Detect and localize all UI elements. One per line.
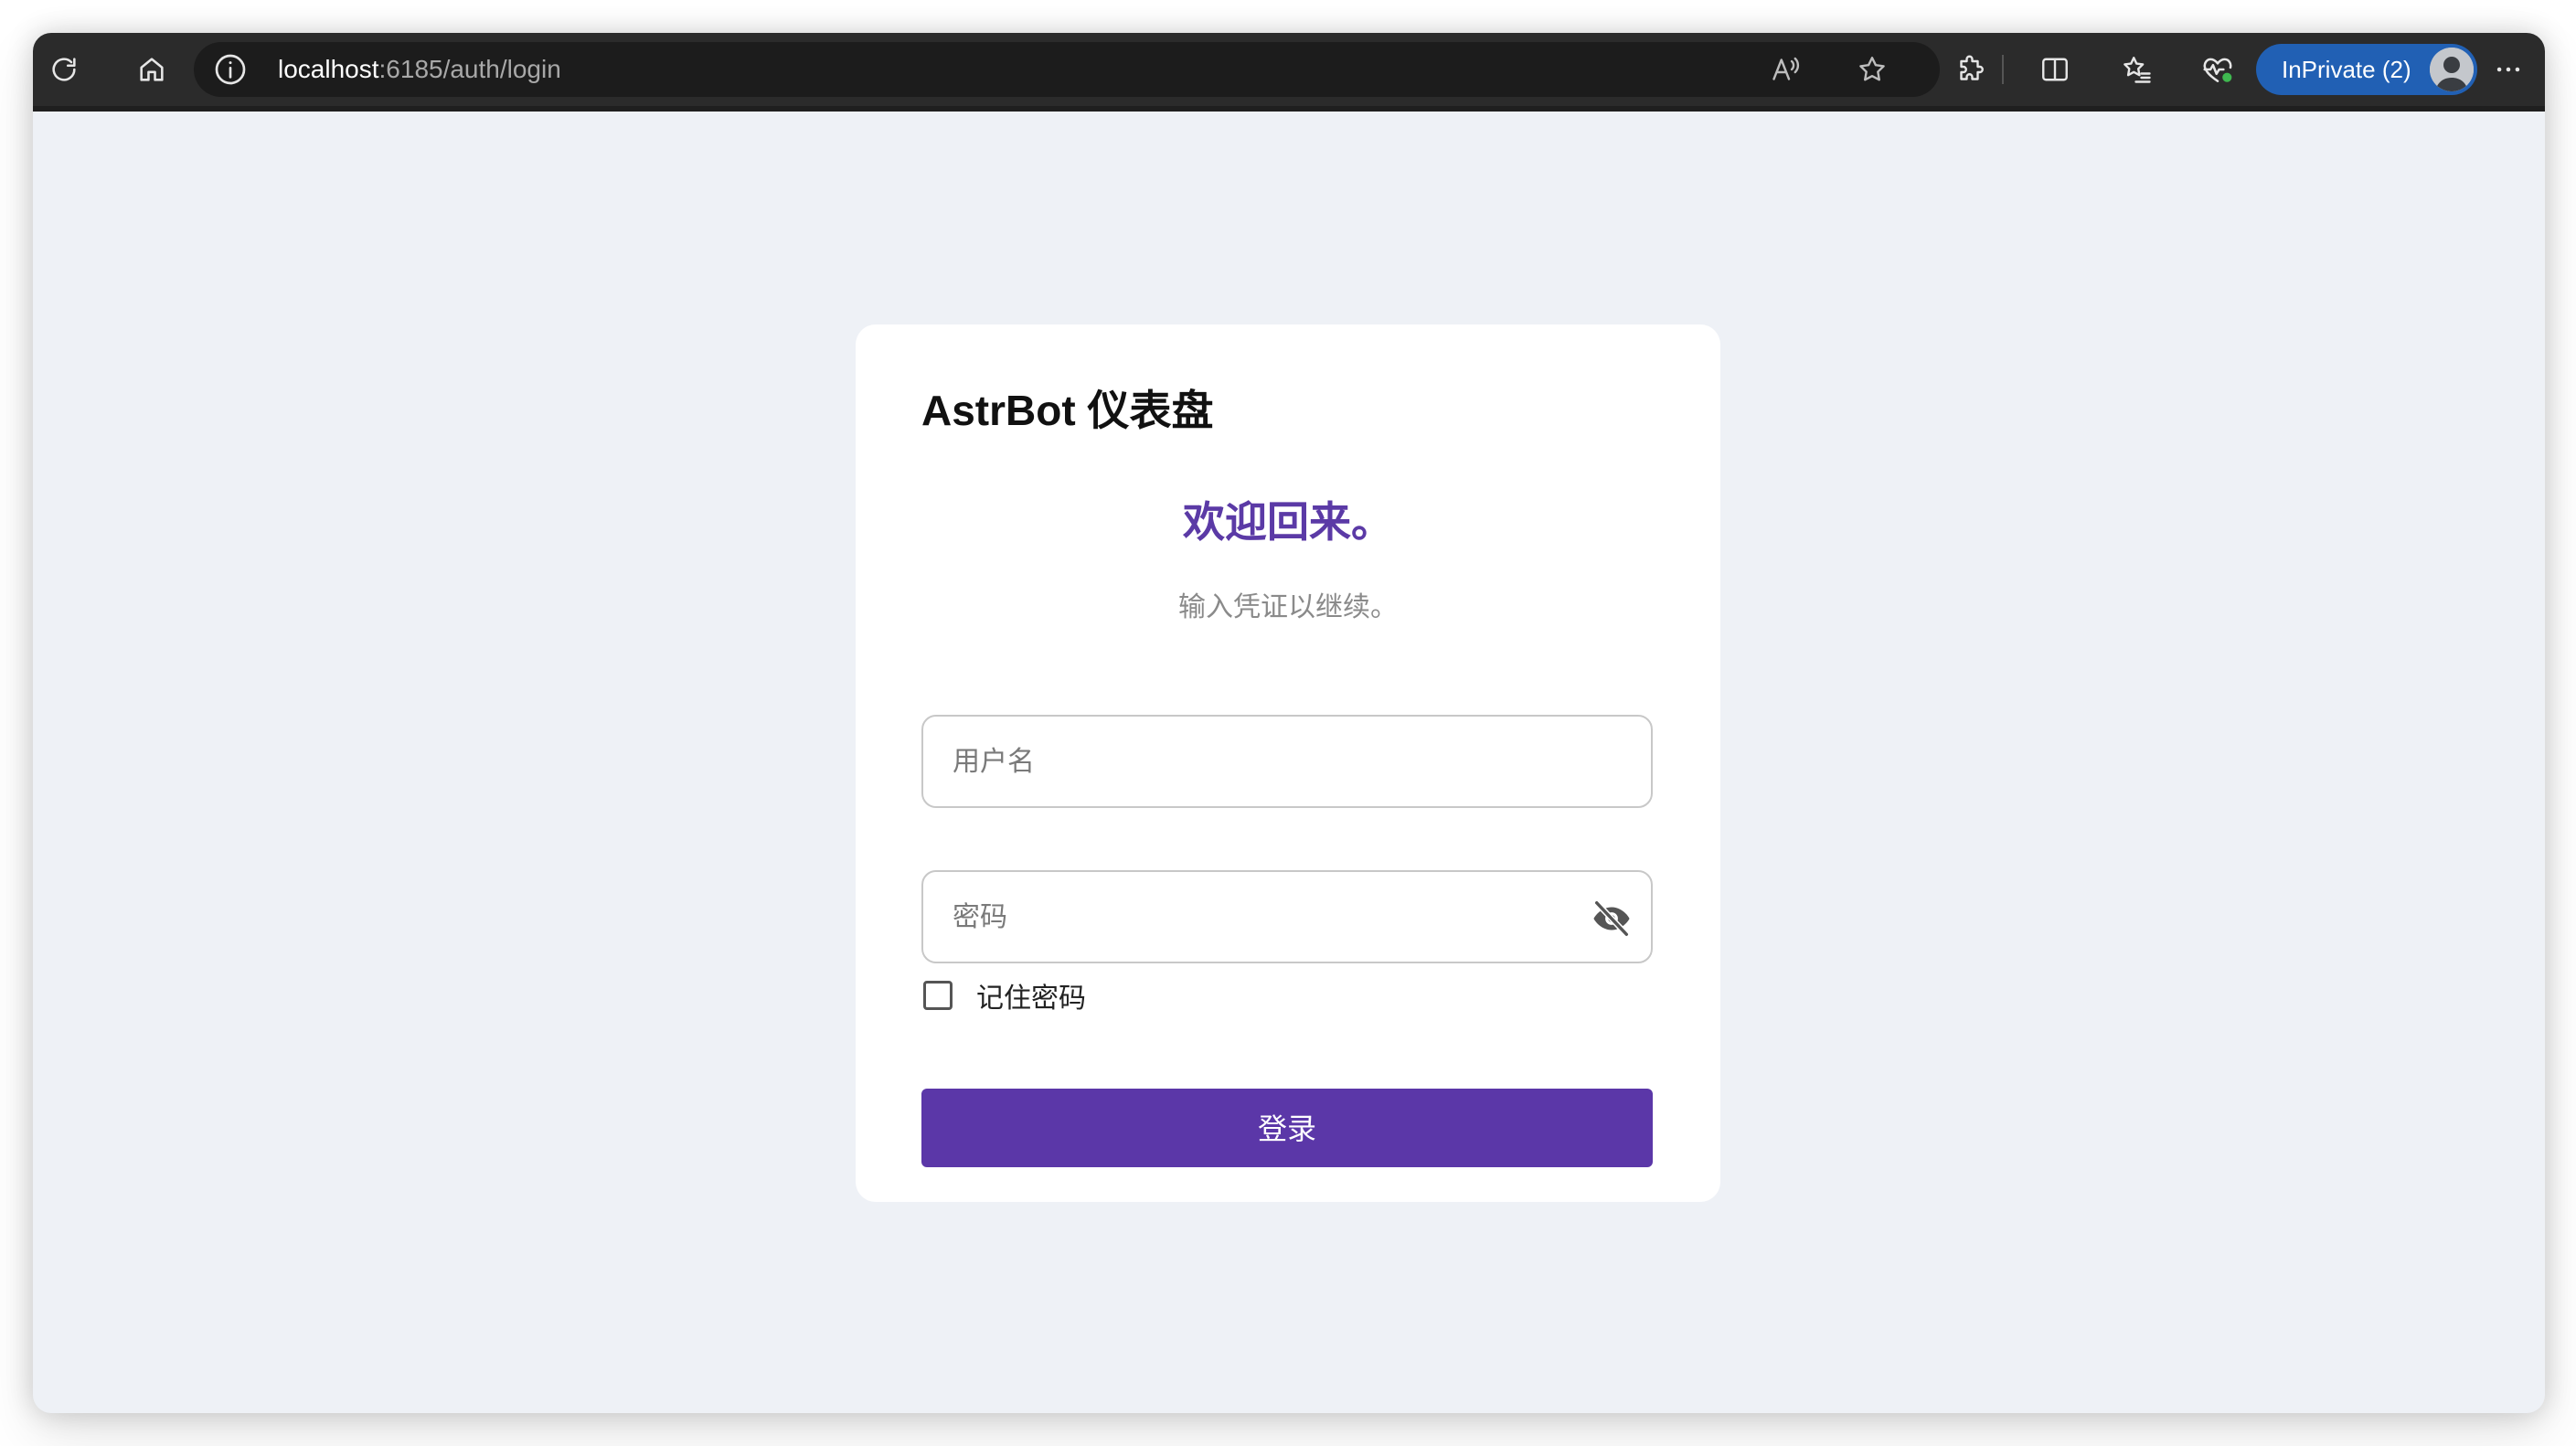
address-bar[interactable]: localhost:6185/auth/login	[194, 42, 1940, 97]
home-button[interactable]	[128, 46, 176, 93]
username-field[interactable]	[921, 715, 1653, 808]
add-favorite-button[interactable]	[1852, 49, 1892, 90]
split-screen-icon	[2042, 58, 2068, 81]
login-button[interactable]: 登录	[921, 1089, 1653, 1167]
browser-window: localhost:6185/auth/login InPrivate (2) …	[33, 33, 2545, 1413]
info-icon	[215, 54, 246, 85]
read-aloud-icon	[1772, 57, 1800, 80]
home-icon	[140, 58, 164, 81]
more-icon	[2496, 67, 2520, 72]
extensions-button[interactable]	[1947, 46, 1995, 93]
remember-password-checkbox[interactable]	[923, 981, 953, 1010]
site-info-button[interactable]	[212, 51, 249, 88]
puzzle-icon	[1960, 55, 1984, 80]
toolbar-separator	[2002, 55, 2004, 84]
star-icon	[1859, 57, 1885, 81]
eye-off-icon	[1593, 899, 1630, 938]
browser-toolbar: localhost:6185/auth/login InPrivate (2)	[33, 33, 2545, 112]
reload-icon	[52, 58, 76, 81]
remember-password[interactable]: 记住密码	[923, 975, 1086, 1015]
login-card: AstrBot 仪表盘 欢迎回来。 输入凭证以继续。 记住密码 登录	[856, 324, 1720, 1202]
browser-essentials-button[interactable]	[2194, 46, 2241, 93]
password-input[interactable]	[951, 872, 1594, 963]
more-button[interactable]	[2485, 46, 2532, 93]
welcome-heading: 欢迎回来。	[1183, 498, 1393, 546]
split-screen-button[interactable]	[2031, 46, 2079, 93]
url-host: localhost	[278, 55, 379, 83]
brand-title: AstrBot 仪表盘	[921, 387, 1214, 434]
read-aloud-button[interactable]	[1766, 49, 1806, 90]
avatar	[2430, 48, 2474, 91]
avatar-icon	[2430, 48, 2474, 91]
inprivate-label: InPrivate (2)	[2282, 56, 2411, 83]
favorites-button[interactable]	[2113, 46, 2161, 93]
favorites-icon	[2124, 57, 2151, 83]
heartbeat-icon	[2203, 58, 2232, 82]
reload-button[interactable]	[40, 46, 88, 93]
inprivate-profile-button[interactable]: InPrivate (2)	[2256, 44, 2477, 95]
password-field[interactable]	[921, 870, 1653, 963]
welcome-subtitle: 输入凭证以继续。	[1178, 592, 1398, 622]
address-url[interactable]: localhost:6185/auth/login	[278, 53, 561, 86]
remember-password-label: 记住密码	[976, 983, 1086, 1014]
url-path: :6185/auth/login	[378, 55, 561, 83]
username-input[interactable]	[951, 717, 1594, 808]
toggle-password-visibility[interactable]	[1589, 896, 1634, 941]
